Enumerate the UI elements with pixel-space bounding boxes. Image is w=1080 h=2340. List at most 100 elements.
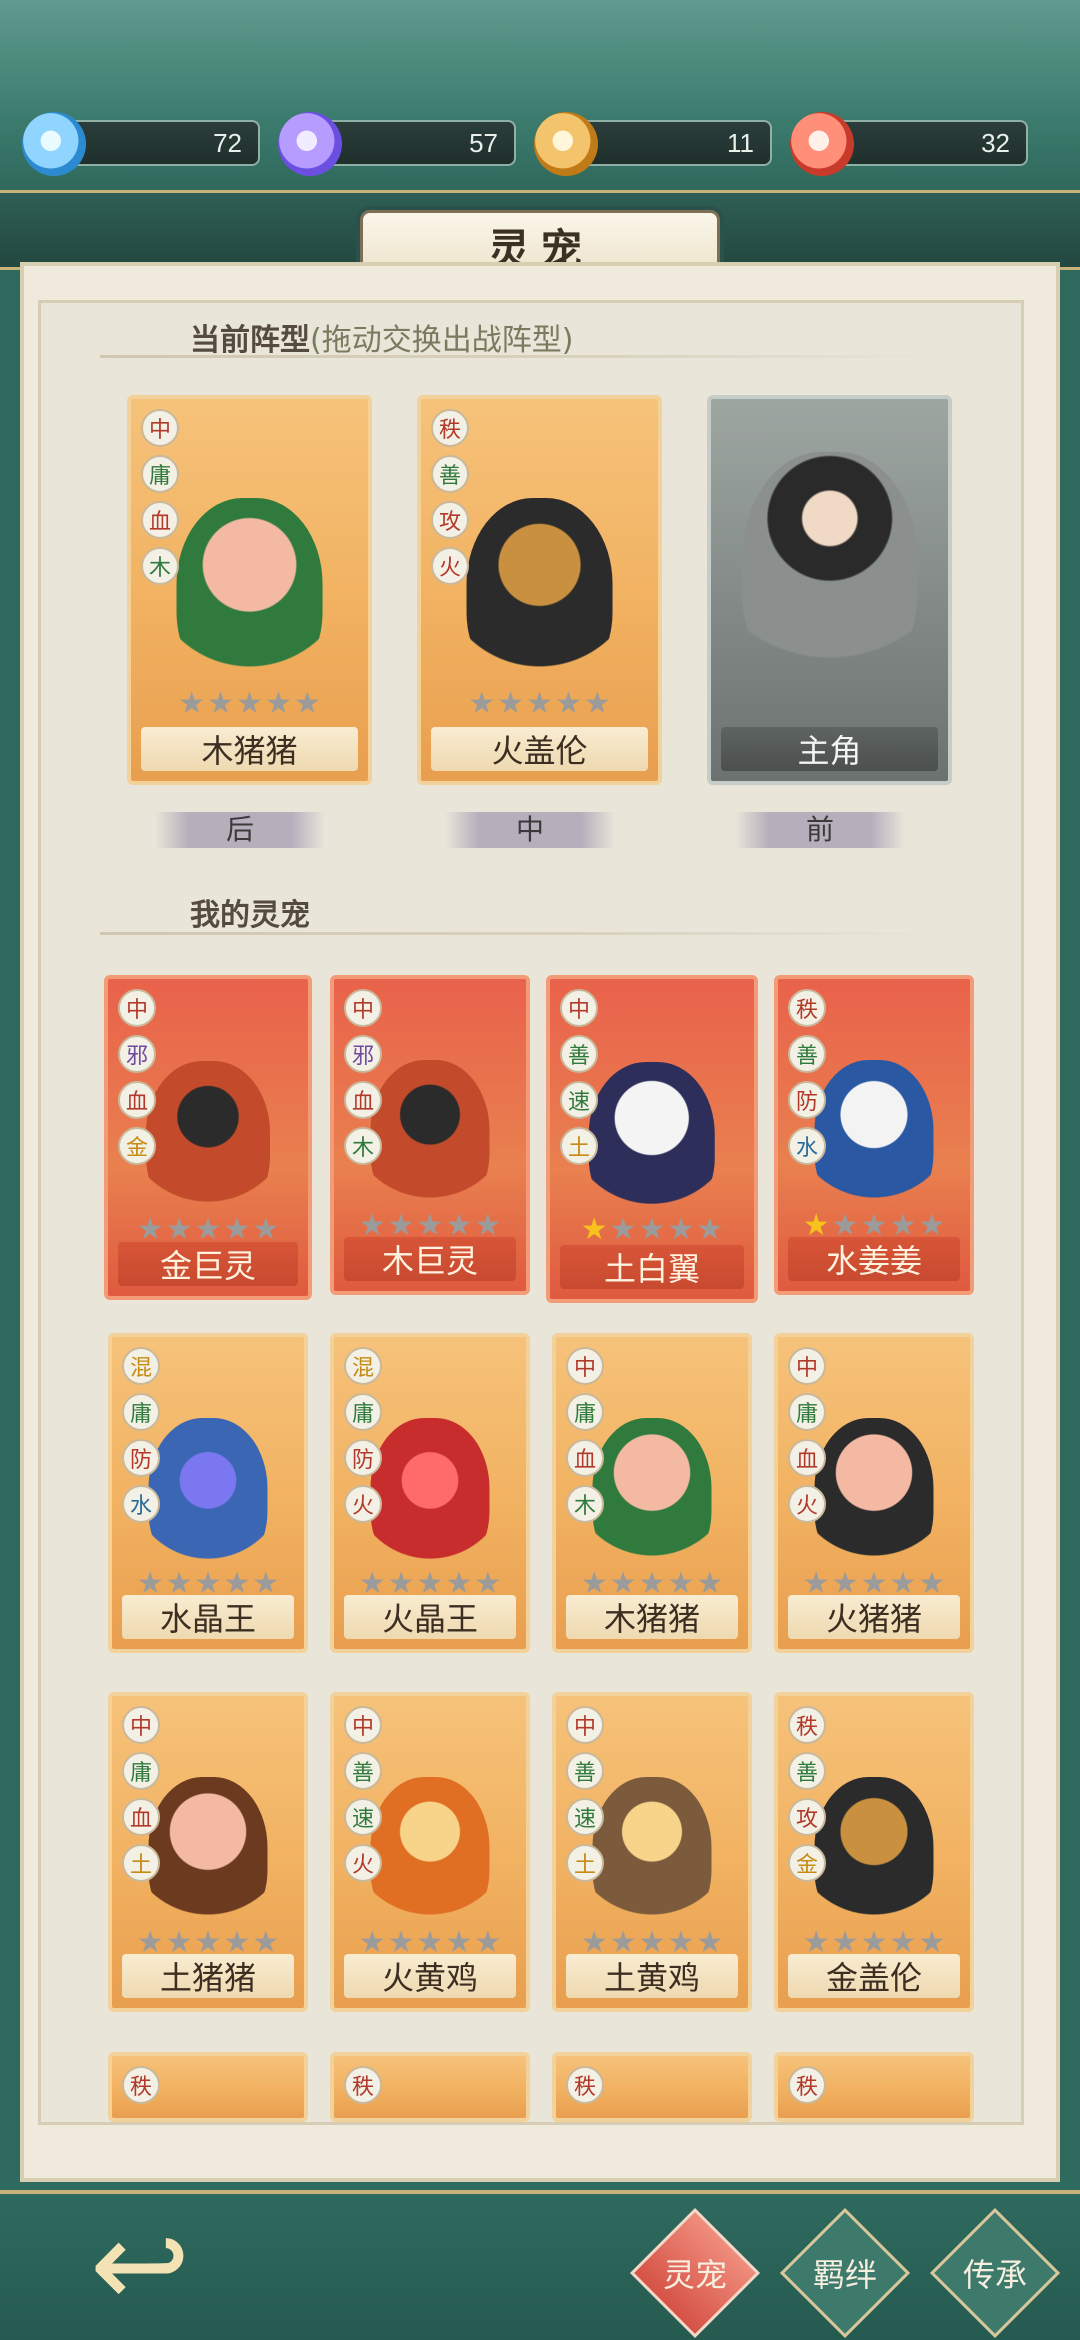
pet-name: 火猪猪 [788,1595,960,1639]
pet-card-partial[interactable]: 秩 [330,2052,530,2122]
pet-card[interactable]: 中 庸 血 火 ★ ★ ★ ★ ★ 火猪猪 [774,1333,974,1653]
formation-card-1[interactable]: 中 庸 血 木 ★ ★ ★ ★ ★ 木猪猪 [127,395,372,785]
pet-card-partial[interactable]: 秩 [552,2052,752,2122]
resource-4[interactable]: 32 [790,112,1028,176]
resource-1-value: 72 [213,128,242,158]
tag: 秩 [122,2066,160,2104]
tag: 善 [788,1752,826,1790]
purple-spirit-icon [278,112,342,176]
formation-title: 当前阵型(拖动交换出战阵型) [190,315,573,359]
tag: 速 [344,1798,382,1836]
tag: 速 [560,1081,598,1119]
pet-card[interactable]: 中 邪 血 木 ★ ★ ★ ★ ★ 木巨灵 [330,975,530,1295]
star-icon: ★ [580,1212,608,1247]
goat-portrait [814,1060,934,1217]
position-back: 后 [155,812,325,848]
red-spirit-icon [790,112,854,176]
tag: 秩 [566,2066,604,2104]
pet-card[interactable]: 混 庸 防 火 ★ ★ ★ ★ ★ 火晶王 [330,1333,530,1653]
tag: 庸 [788,1393,826,1431]
resource-4-value: 32 [981,128,1010,158]
tag: 中 [141,409,179,447]
star-icon: ★ [236,686,263,721]
formation-card-2-tags: 秩 善 攻 火 [431,409,469,585]
formation-card-hero[interactable]: 主角 [707,395,952,785]
pet-card[interactable]: 混 庸 防 水 ★ ★ ★ ★ ★ 水晶王 [108,1333,308,1653]
tag: 攻 [788,1798,826,1836]
scorpion-portrait [370,1418,490,1575]
resource-3[interactable]: 11 [534,112,772,176]
tab-label: 灵宠 [662,2256,727,2294]
tag: 庸 [566,1393,604,1431]
star-rating: ★ ★ ★ ★ ★ [421,689,658,719]
pet-card[interactable]: 中 善 速 火 ★ ★ ★ ★ ★ 火黄鸡 [330,1692,530,2012]
pet-card[interactable]: 中 庸 血 木 ★ ★ ★ ★ ★ 木猪猪 [552,1333,752,1653]
tags: 中 庸 血 火 [788,1347,826,1523]
tag: 庸 [344,1393,382,1431]
tag: 血 [788,1439,826,1477]
pet-card[interactable]: 中 善 速 土 ★ ★ ★ ★ ★ 土黄鸡 [552,1692,752,2012]
pig-portrait [814,1418,934,1575]
pet-card[interactable]: 秩 善 防 水 ★ ★ ★ ★ ★ 水姜姜 [774,975,974,1295]
tag: 秩 [431,409,469,447]
pet-card-partial[interactable]: 秩 [108,2052,308,2122]
tag: 防 [788,1081,826,1119]
star-icon: ★ [264,686,292,721]
tab-pets[interactable]: 灵宠 [629,2207,761,2339]
tags: 中 庸 血 土 [122,1706,160,1882]
tag: 中 [788,1347,826,1385]
tab-inheritance[interactable]: 传承 [929,2207,1061,2339]
star-icon: ★ [554,686,582,721]
tags: 混 庸 防 火 [344,1347,382,1523]
star-icon: ★ [497,686,525,721]
tags: 混 庸 防 水 [122,1347,160,1523]
formation-card-1-tags: 中 庸 血 木 [141,409,179,585]
tag: 善 [431,455,469,493]
tag: 土 [122,1844,160,1882]
pet-card[interactable]: 秩 善 攻 金 ★ ★ ★ ★ ★ 金盖伦 [774,1692,974,2012]
resource-1[interactable]: 72 [22,112,260,176]
tag: 中 [566,1347,604,1385]
pet-name: 火黄鸡 [344,1954,516,1998]
pet-name: 火盖伦 [431,727,648,771]
tags: 秩 善 防 水 [788,989,826,1165]
pet-name: 火晶王 [344,1595,516,1639]
tag: 庸 [122,1752,160,1790]
pig-portrait [176,498,323,690]
tag: 血 [118,1081,156,1119]
tag: 善 [560,1035,598,1073]
resource-2[interactable]: 57 [278,112,516,176]
tag: 庸 [122,1393,160,1431]
tab-bonds[interactable]: 羁绊 [779,2207,911,2339]
pet-card-partial[interactable]: 秩 [774,2052,974,2122]
giant-portrait [146,1061,270,1220]
tab-label: 羁绊 [812,2256,877,2294]
pet-card[interactable]: 中 庸 血 土 ★ ★ ★ ★ ★ 土猪猪 [108,1692,308,2012]
tag: 邪 [344,1035,382,1073]
tag: 防 [344,1439,382,1477]
tags: 秩 [344,2066,382,2104]
my-pets-divider [100,932,940,935]
tags: 秩 [122,2066,160,2104]
tag: 水 [788,1127,826,1165]
scorpion-portrait [148,1418,268,1575]
pet-card[interactable]: 中 善 速 土 ★ ★ ★ ★ ★ 土白翼 [546,975,758,1303]
tag: 土 [566,1844,604,1882]
pet-name: 土猪猪 [122,1954,294,1998]
tags: 中 邪 血 木 [344,989,382,1165]
tag: 善 [788,1035,826,1073]
tag: 秩 [788,2066,826,2104]
tag: 善 [566,1752,604,1790]
white-beast-portrait [588,1062,716,1223]
back-arrow-icon[interactable]: ↩ [40,2196,240,2335]
tag: 中 [118,989,156,1027]
pet-name: 金巨灵 [118,1242,298,1286]
pet-name: 木巨灵 [344,1237,516,1281]
formation-card-2[interactable]: 秩 善 攻 火 ★ ★ ★ ★ ★ 火盖伦 [417,395,662,785]
star-icon: ★ [252,1212,280,1247]
star-icon: ★ [638,1212,666,1247]
pet-card[interactable]: 中 邪 血 金 ★ ★ ★ ★ ★ 金巨灵 [104,975,312,1300]
star-icon: ★ [609,1212,637,1247]
tags: 秩 [788,2066,826,2104]
tag: 秩 [788,1706,826,1744]
